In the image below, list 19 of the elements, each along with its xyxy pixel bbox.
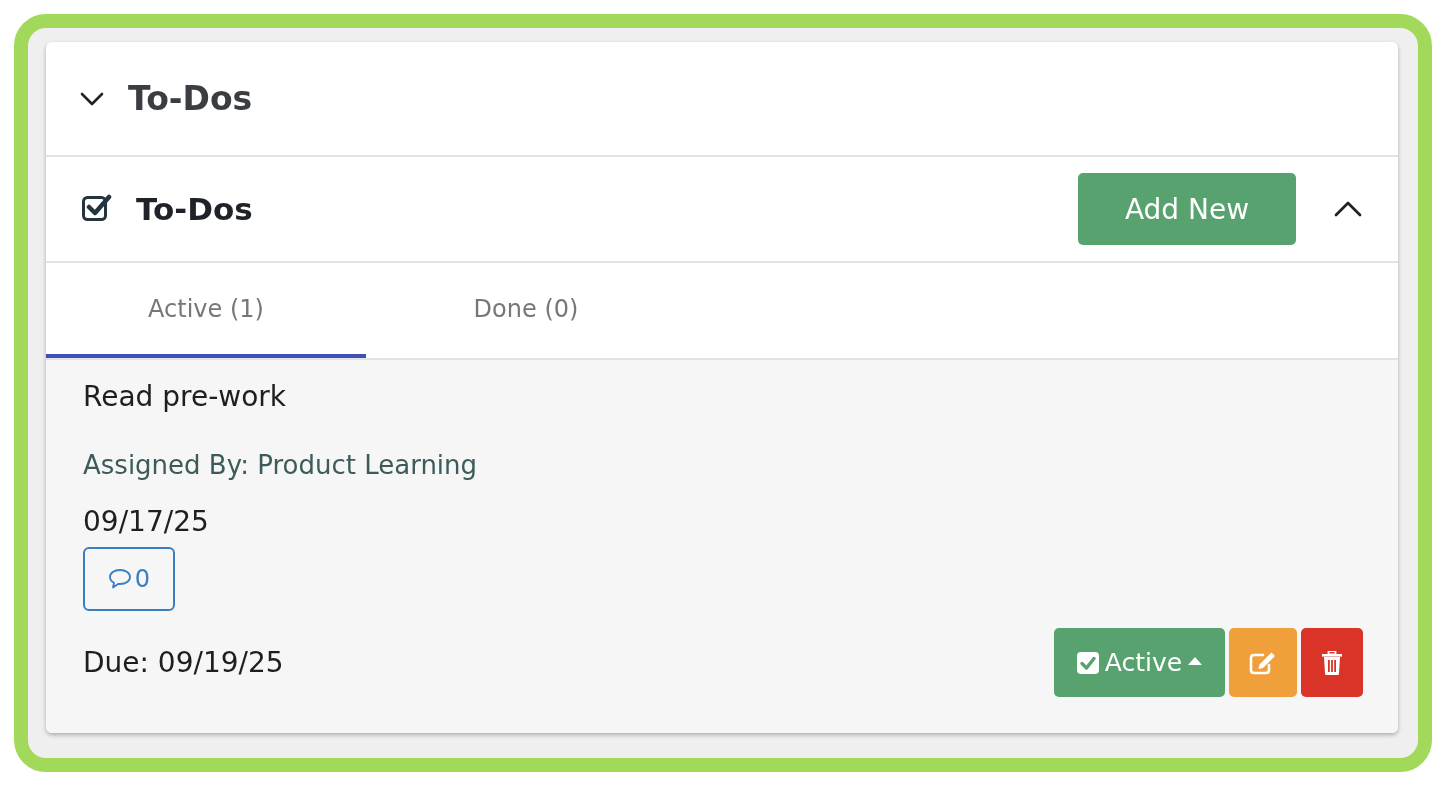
pencil-square-icon — [1249, 650, 1277, 675]
todo-title: Read pre-work — [83, 379, 286, 415]
caret-up-icon — [1188, 656, 1203, 665]
assigned-by-text: Assigned By: Product Learning — [83, 449, 478, 482]
trash-icon — [1322, 650, 1342, 675]
status-dropdown-button[interactable]: Active — [1054, 628, 1225, 697]
chevron-down-icon[interactable] — [80, 91, 104, 106]
section-title: To-Dos — [136, 191, 253, 227]
comments-button[interactable]: 0 — [83, 547, 175, 611]
comment-icon — [107, 568, 132, 590]
add-new-button[interactable]: Add New — [1078, 173, 1296, 245]
checkbox-icon — [1076, 651, 1099, 674]
chevron-up-icon[interactable] — [1334, 201, 1362, 217]
panel-title: To-Dos — [128, 79, 253, 118]
due-date: Due: 09/19/25 — [83, 646, 284, 679]
tab[interactable]: Done (0) — [366, 263, 686, 358]
todo-date: 09/17/25 — [83, 504, 209, 540]
delete-button[interactable] — [1301, 628, 1363, 697]
checkbox-icon — [82, 193, 112, 221]
